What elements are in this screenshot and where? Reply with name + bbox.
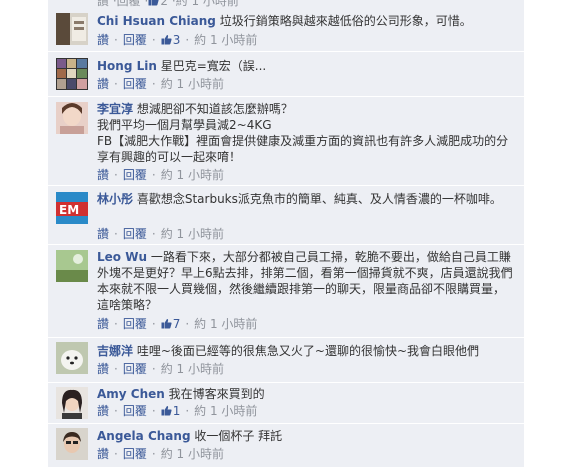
comment-actions: 讚 · 回覆 · 約 1 小時前 [97,168,224,182]
likes-count[interactable]: 1 [161,404,180,418]
comment-actions: 讚 · 回覆 · 約 1 小時前 [97,227,224,241]
comment-body: Angela Chang 收一個杯子 拜託 [97,428,516,444]
timestamp: 約 1 小時前 [160,77,224,91]
timestamp: 約 1 小時前 [160,362,224,376]
commenter-name[interactable]: 李宜淳 [97,102,133,116]
thumbs-up-icon [161,319,172,329]
comment-text: 一路看下來，大部分都被自己員工掃，乾脆不要出，做給自己員工賺外塊不是更好？早上6… [97,250,513,312]
thumbs-up-icon [148,0,159,6]
reply-link[interactable]: 回覆 [123,447,147,461]
comment-item: 吉娜洋 哇哩~後面已經等的很焦急又火了~還聊的很愉快~我會白眼他們 讚 · 回覆 · 約… [48,338,524,383]
comment-text: 垃圾行銷策略與越來越低俗的公司形象，可惜。 [219,14,472,28]
commenter-name[interactable]: Chi Hsuan Chiang [97,14,216,28]
comment-actions: 讚 · 回覆 · 1 · 約 1 小時前 [97,404,258,418]
like-link[interactable]: 讚 [97,317,109,331]
thumbs-up-icon [161,35,172,45]
comment-body: Chi Hsuan Chiang 垃圾行銷策略與越來越低俗的公司形象，可惜。 [97,13,516,29]
comment-body: 林小彤 喜歡想念Starbuks派克魚市的簡單、純真、及人情香濃的一杯咖啡。 [97,191,516,207]
timestamp: 約 1 小時前 [194,317,258,331]
timestamp: 約 1 小時前 [194,404,258,418]
avatar[interactable]: EM [56,192,88,224]
comment-actions: 讚 · 回覆 · 約 1 小時前 [97,447,224,461]
like-link[interactable]: 讚 [97,227,109,241]
like-link[interactable]: 讚 [97,77,109,91]
reply-link[interactable]: 回覆 [123,317,147,331]
like-link[interactable]: 讚 [97,404,109,418]
likes-count[interactable]: 3 [161,33,180,47]
comment-actions: 讚 · 回覆 · 7 · 約 1 小時前 [97,317,258,331]
commenter-name[interactable]: Hong Lin [97,59,157,73]
reply-link[interactable]: 回覆 [123,404,147,418]
timestamp: 約 1 小時前 [160,168,224,182]
likes-count[interactable]: 7 [161,317,180,331]
timestamp: 約 1 小時前 [160,447,224,461]
comment-body: Amy Chen 我在博客來買到的 [97,386,516,402]
reply-link[interactable]: 回覆 [123,77,147,91]
comment-text: 收一個杯子 拜託 [194,429,283,443]
comment-actions: 讚 · 回覆 · 約 1 小時前 [97,362,224,376]
reply-link[interactable]: 回覆 [123,362,147,376]
like-link[interactable]: 讚 [97,447,109,461]
comment-text: 星巴克=寬宏（誤... [160,59,267,73]
avatar[interactable] [56,102,88,134]
comment-body: 吉娜洋 哇哩~後面已經等的很焦急又火了~還聊的很愉快~我會白眼他們 [97,343,516,359]
comment-item: Hong Lin 星巴克=寬宏（誤... 讚 · 回覆 · 約 1 小時前 [48,52,524,97]
comment-item: 李宜淳 想減肥卻不知道該怎麼辦嗎？ 我們平均一個月幫學員減2~4KG FB【減肥… [48,97,524,186]
comment-actions: 讚 · 回覆 · 3 · 約 1 小時前 [97,33,258,47]
commenter-name[interactable]: 林小彤 [97,192,133,206]
commenter-name[interactable]: Leo Wu [97,250,147,264]
commenter-name[interactable]: Amy Chen [97,387,165,401]
commenter-name[interactable]: 吉娜洋 [97,344,133,358]
comments-panel: 讚 ·回覆 · 2 ·約 1 小時前 Chi Hsuan Chiang 垃圾行銷策… [48,0,524,467]
comment-text: 想減肥卻不知道該怎麼辦嗎？ 我們平均一個月幫學員減2~4KG FB【減肥大作戰】… [97,102,509,164]
comment-actions: 讚 · 回覆 · 約 1 小時前 [97,77,224,91]
comment-item: EM 林小彤 喜歡想念Starbuks派克魚市的簡單、純真、及人情香濃的一杯咖啡… [48,186,524,245]
avatar[interactable] [56,58,88,90]
comment-body: 李宜淳 想減肥卻不知道該怎麼辦嗎？ 我們平均一個月幫學員減2~4KG FB【減肥… [97,101,516,165]
reply-link[interactable]: 回覆 [123,227,147,241]
avatar[interactable] [56,250,88,282]
avatar[interactable] [56,387,88,419]
commenter-name[interactable]: Angela Chang [97,429,191,443]
comment-item: Leo Wu 一路看下來，大部分都被自己員工掃，乾脆不要出，做給自己員工賺外塊不… [48,245,524,338]
comment-item: Amy Chen 我在博客來買到的 讚 · 回覆 · 1 · 約 1 小時前 [48,383,524,424]
like-link[interactable]: 讚 [97,362,109,376]
comment-text: 哇哩~後面已經等的很焦急又火了~還聊的很愉快~我會白眼他們 [136,344,480,358]
avatar[interactable] [56,342,88,374]
like-link[interactable]: 讚 [97,168,109,182]
comment-body: Leo Wu 一路看下來，大部分都被自己員工掃，乾脆不要出，做給自己員工賺外塊不… [97,249,516,313]
comment-text: 喜歡想念Starbuks派克魚市的簡單、純真、及人情香濃的一杯咖啡。 [136,192,502,206]
thumbs-up-icon [161,406,172,416]
comment-item: Angela Chang 收一個杯子 拜託 讚 · 回覆 · 約 1 小時前 [48,424,524,467]
timestamp: 約 1 小時前 [194,33,258,47]
reply-link[interactable]: 回覆 [123,168,147,182]
avatar[interactable] [56,428,88,460]
avatar[interactable] [56,13,88,45]
comment-item: Chi Hsuan Chiang 垃圾行銷策略與越來越低俗的公司形象，可惜。 讚… [48,7,524,52]
comment-text: 我在博客來買到的 [168,387,265,401]
comment-body: Hong Lin 星巴克=寬宏（誤... [97,58,516,74]
like-link[interactable]: 讚 [97,33,109,47]
reply-link[interactable]: 回覆 [123,33,147,47]
timestamp: 約 1 小時前 [160,227,224,241]
svg-text:EM: EM [59,203,79,217]
